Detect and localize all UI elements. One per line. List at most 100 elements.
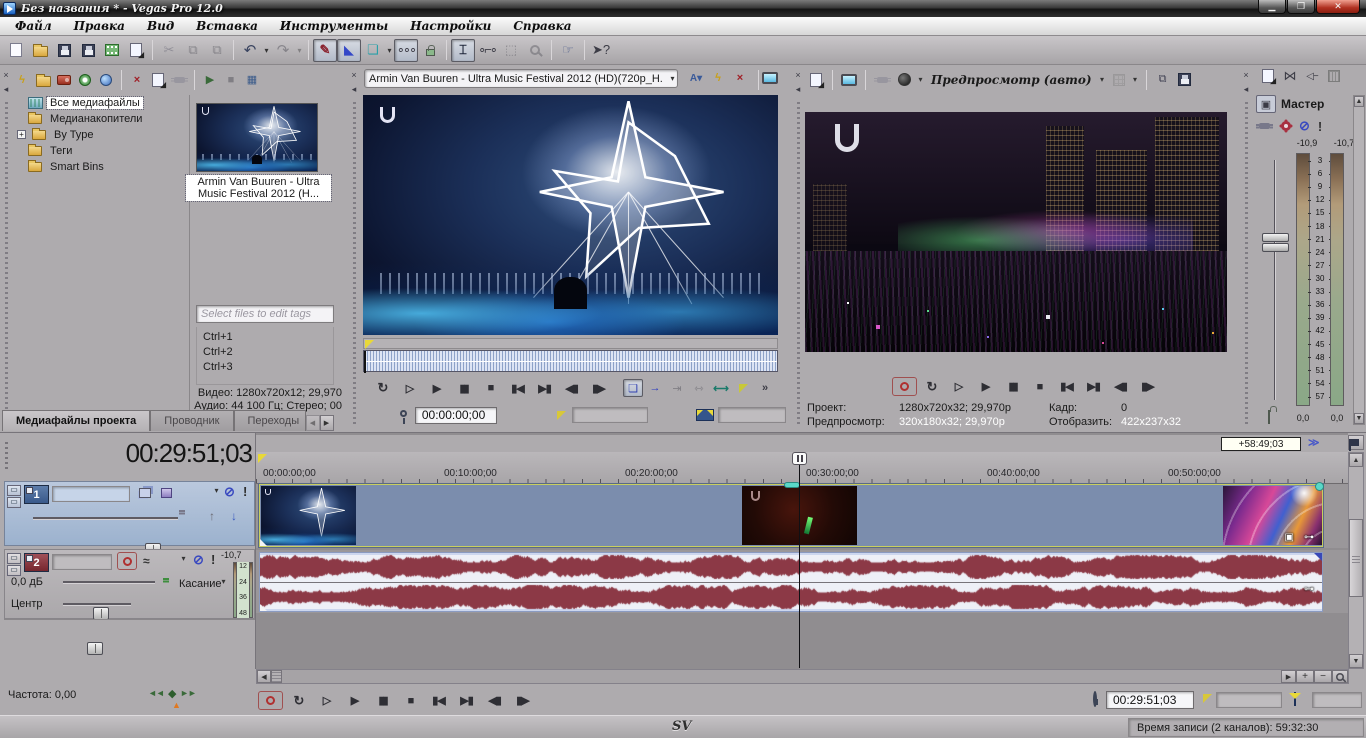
tag-edit-field[interactable]	[196, 305, 334, 323]
auto-ripple-icon[interactable]: ∘∘∘	[394, 39, 418, 62]
master-automation-icon[interactable]	[1281, 121, 1291, 131]
tag-input[interactable]	[197, 306, 333, 322]
play-from-start-icon[interactable]: ▷	[314, 691, 339, 710]
preview-go-end-icon[interactable]: ▶▮	[1081, 377, 1106, 396]
copy-frame-icon[interactable]: ⧉	[1153, 71, 1173, 89]
fade-handle[interactable]	[260, 604, 267, 611]
selection-tool-icon[interactable]: ⬚	[499, 39, 523, 62]
project-properties-icon[interactable]	[124, 39, 148, 62]
automation-mode-label[interactable]: Касание	[179, 578, 221, 590]
multi-display-toggle-icon[interactable]: ❏	[623, 379, 643, 397]
minimize-button[interactable]: ▁	[1258, 0, 1286, 14]
master-fader-track[interactable]	[1274, 160, 1276, 400]
record-icon[interactable]	[258, 691, 283, 710]
project-properties-icon[interactable]	[806, 71, 826, 89]
play-icon[interactable]: ▶	[342, 691, 367, 710]
quality-dropdown-icon[interactable]: ▾	[916, 75, 925, 84]
track-fx-icon[interactable]	[161, 488, 172, 498]
media-properties-icon[interactable]	[148, 71, 168, 89]
enable-snapping-icon[interactable]: ⌶	[451, 39, 475, 62]
select-in-out-icon[interactable]: ⟷	[711, 379, 731, 397]
master-collapse-icon[interactable]: ▣	[1256, 95, 1276, 113]
undo-dropdown-icon[interactable]: ▾	[262, 46, 271, 55]
undock-panel-icon[interactable]: ◂	[347, 82, 362, 97]
marker-bar[interactable]: +58:49;03 ≫	[256, 435, 1349, 452]
zoom-out-time-icon[interactable]: −	[1314, 670, 1332, 683]
trimmer-marker-bar[interactable]	[363, 338, 778, 349]
preview-dock-handle[interactable]: × ◂	[792, 67, 804, 427]
mixer-properties-icon[interactable]	[1258, 67, 1278, 85]
tab-project-media[interactable]: Медиафайлы проекта	[2, 410, 150, 431]
track-motion-icon[interactable]	[139, 488, 151, 498]
tab-scroll-right-icon[interactable]: ▶	[320, 415, 334, 431]
redo-dropdown-icon[interactable]: ▾	[295, 46, 304, 55]
preview-pause-icon[interactable]: ▮▮	[1000, 377, 1025, 396]
menu-item-6[interactable]: Справка	[502, 19, 582, 33]
trimmer-stop-icon[interactable]: ■	[478, 379, 503, 398]
close-panel-icon[interactable]: ×	[347, 67, 362, 82]
rate-scrub-right-icon[interactable]: ►►	[180, 688, 196, 698]
envelope-edit-tool-icon[interactable]: ◣	[337, 39, 361, 62]
scroll-right-icon[interactable]: ▶	[1281, 670, 1296, 683]
tab-transitions[interactable]: Переходы	[234, 410, 306, 431]
media-fx-icon[interactable]: ϟ	[708, 69, 728, 87]
event-fx-icon[interactable]: ⊶	[1304, 532, 1314, 543]
video-solo-icon[interactable]: !	[243, 484, 247, 499]
preview-stop-icon[interactable]: ■	[1027, 377, 1052, 396]
open-icon[interactable]	[28, 39, 52, 62]
trimmer-marker-icon[interactable]	[365, 340, 374, 349]
preview-loop-icon[interactable]: ↻	[919, 377, 944, 396]
trimmer-dock-handle[interactable]: × ◂	[348, 67, 360, 427]
add-to-timeline-icon[interactable]: →	[645, 379, 665, 397]
audio-track-header[interactable]: ▭ ▭ 2 ≈ ▾ ⊘ ! -10,7 0,0 дБ Касание ▾ Цен…	[4, 549, 255, 619]
copy-icon[interactable]: ⧉	[181, 39, 205, 62]
automation-mode-dropdown-icon[interactable]: ▾	[219, 577, 228, 586]
undock-panel-icon[interactable]: ◂	[791, 82, 806, 97]
cursor-timecode-display[interactable]: 00:29:51;03	[1106, 691, 1194, 709]
menu-item-2[interactable]: Вид	[136, 19, 185, 33]
shortcut-item[interactable]: Ctrl+2	[203, 345, 327, 360]
show-overlays-icon[interactable]	[733, 379, 753, 397]
shortcut-item[interactable]: Ctrl+3	[203, 360, 327, 375]
tab-scroll-left-icon[interactable]: ◀	[306, 415, 320, 431]
expand-track-icon[interactable]: ▭	[7, 497, 21, 508]
preview-next-frame-icon[interactable]: ▮▶	[1135, 377, 1160, 396]
sort-media-icon[interactable]: A▾	[686, 69, 706, 87]
media-fx-icon[interactable]: ϟ	[12, 71, 32, 89]
event-pan-crop-icon[interactable]: ▣	[1285, 532, 1294, 543]
fit-to-fill-icon[interactable]: ⇥	[667, 379, 687, 397]
trimmer-pause-icon[interactable]: ▮▮	[451, 379, 476, 398]
trimmer-prev-frame-icon[interactable]: ◀▮	[559, 379, 584, 398]
media-panel-dock-handle[interactable]: × ◂	[0, 67, 12, 427]
import-media-icon[interactable]	[33, 71, 53, 89]
collapse-track-icon[interactable]: ▭	[7, 553, 21, 564]
prev-frame-icon[interactable]: ◀▮	[482, 691, 507, 710]
external-monitor-icon[interactable]	[760, 69, 780, 87]
shortcut-list[interactable]: Ctrl+1 Ctrl+2 Ctrl+3	[196, 327, 334, 385]
remove-clip-icon[interactable]: ×	[730, 69, 750, 87]
meter-options-icon[interactable]	[1324, 67, 1344, 85]
stop-icon[interactable]: ■	[398, 691, 423, 710]
trimmer-overflow-icon[interactable]: »	[755, 379, 775, 397]
undo-icon[interactable]: ↶	[238, 39, 262, 62]
trimmer-timecode[interactable]: 00:00:00;00	[415, 407, 497, 424]
overwrite-icon[interactable]: ⇿	[689, 379, 709, 397]
timeline-cursor[interactable]	[799, 452, 800, 668]
master-fader-thumb[interactable]	[1262, 233, 1289, 254]
close-button[interactable]: ✕	[1316, 0, 1360, 14]
pan-slider[interactable]	[63, 603, 131, 606]
scroll-up-icon[interactable]: ▲	[1349, 453, 1363, 467]
trimmer-play-from-start-icon[interactable]: ▷	[397, 379, 422, 398]
make-child-icon[interactable]: ↓	[231, 509, 237, 523]
expand-track-icon[interactable]: ▭	[7, 565, 21, 576]
save-icon[interactable]	[52, 39, 76, 62]
scroll-down-icon[interactable]: ▼	[1349, 654, 1363, 668]
preview-play-icon[interactable]: ▶	[200, 71, 220, 89]
tree-item-media-bins[interactable]: Медианакопители	[12, 111, 189, 127]
master-peak-left[interactable]: -10,9	[1288, 138, 1326, 148]
event-fx-icon[interactable]: ⊶	[1304, 584, 1314, 595]
menu-item-1[interactable]: Правка	[63, 19, 136, 33]
master-dock-handle[interactable]: × ◂	[1240, 67, 1252, 427]
v-scroll-thumb[interactable]	[1349, 519, 1363, 597]
close-panel-icon[interactable]: ×	[1239, 67, 1254, 82]
